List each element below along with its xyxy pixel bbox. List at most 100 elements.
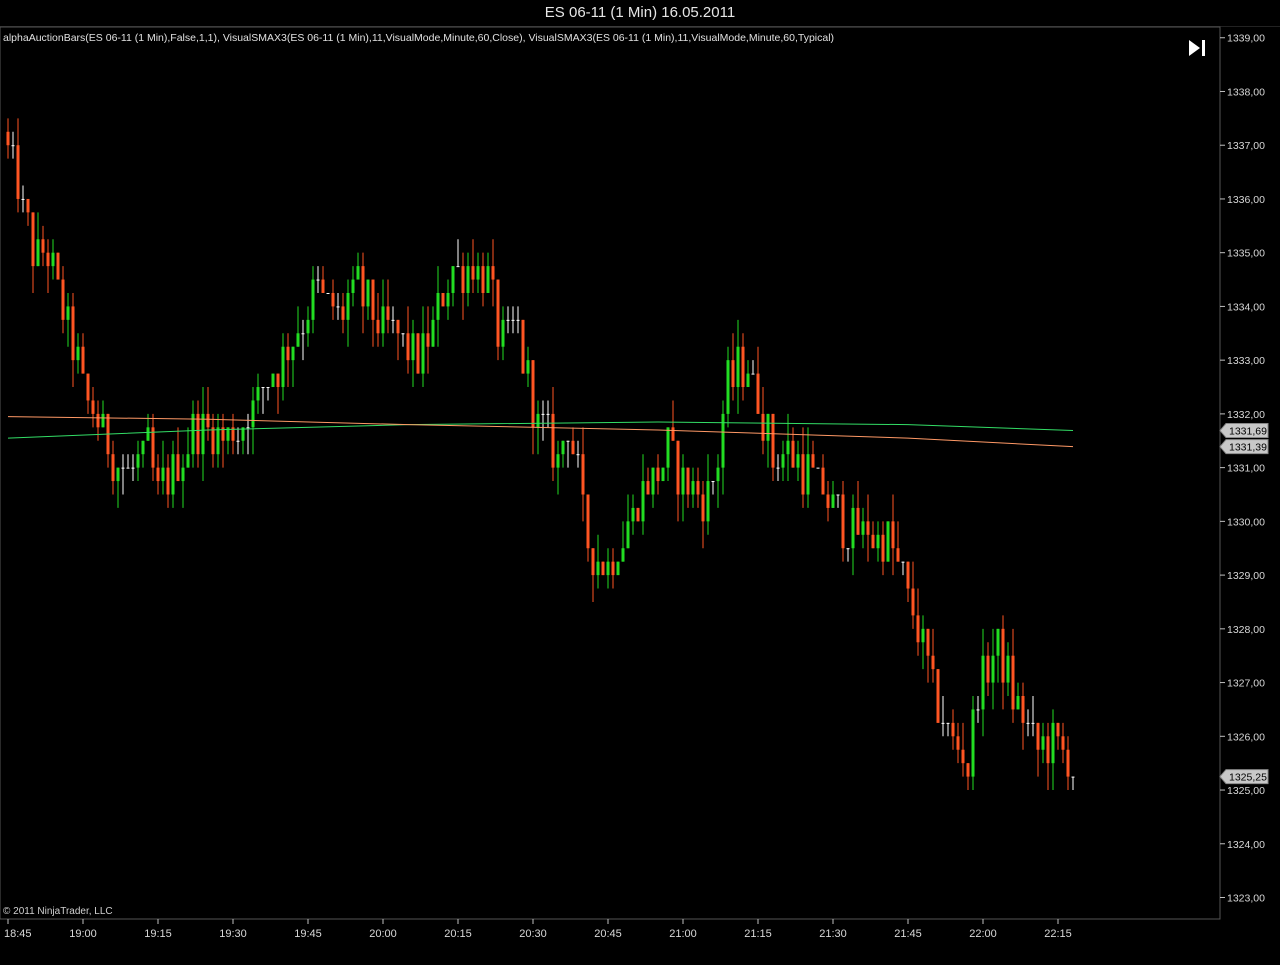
price-marker: 1331,69 [1219,423,1269,439]
skip-to-end-button[interactable] [1186,38,1210,58]
candle-body [466,266,470,293]
y-tick-label: 1339,00 [1227,33,1265,45]
candle-body [531,360,535,428]
candle-body [771,413,775,468]
candle-body [321,279,325,293]
candle-body [371,279,375,320]
candle-body [596,561,600,576]
candle-body [681,467,685,495]
candle-body [311,279,315,320]
candle-body [736,346,740,388]
candle-body [946,722,950,724]
candle-body [891,521,895,549]
candle-body [781,454,785,468]
candle-body [961,749,965,764]
candle-body [381,306,385,334]
candle-body [821,467,825,495]
candle-body [641,481,645,522]
candle-body [276,373,280,388]
price-chart[interactable]: 1339,00 1338,00 1337,00 1336,00 1335,00 1334,… [0,0,1280,965]
y-tick-label: 1330,00 [1227,516,1265,528]
candle-body [56,252,60,280]
candle-body [976,709,980,711]
candle-body [541,413,545,415]
candle-body [1001,628,1005,683]
candle-body [536,413,540,428]
candle-body [266,387,270,389]
price-marker: 1325,25 [1219,769,1269,785]
candle-body [61,279,65,320]
candle-body [496,279,500,347]
candle-body [1006,655,1010,683]
candle-body [181,467,185,482]
candle-body [451,266,455,293]
candle-body [476,266,480,280]
y-tick-label: 1337,00 [1227,140,1265,152]
y-tick-label: 1328,00 [1227,624,1265,636]
candle-body [1016,696,1020,710]
candle-body [36,239,40,267]
candle-body [306,319,310,334]
price-marker-label: 1331,69 [1229,426,1267,438]
candle-body [691,481,695,495]
candle-body [6,131,10,146]
y-tick-label: 1333,00 [1227,355,1265,367]
candle-body [606,561,610,576]
candle-body [956,736,960,750]
candle-body [1031,722,1035,724]
y-tick-label: 1326,00 [1227,731,1265,743]
candle-body [911,588,915,616]
candle-body [286,346,290,361]
x-axis: 18:45 19:00 19:15 19:30 19:45 20:00 20:15 20:30… [4,919,1072,940]
price-marker-label: 1325,25 [1229,772,1267,784]
candle-body [91,400,95,414]
candle-body [686,467,690,495]
candle-body [471,266,475,280]
candle-body [806,454,810,495]
candle-body [871,534,875,549]
candle-body [726,360,730,414]
candle-body [636,507,640,522]
candle-body [51,252,55,267]
candle-body [916,615,920,643]
candle-body [196,413,200,455]
candle-body [16,145,20,199]
candle-body [971,709,975,777]
candle-body [456,266,460,268]
candle-body [566,440,570,442]
candle-body [151,427,155,468]
candle-body [631,507,635,522]
price-markers: 1331,69 1331,39 1325,25 [1219,423,1269,785]
candle-body [751,373,755,375]
candle-body [201,413,205,455]
candle-body [676,440,680,495]
candle-body [656,467,660,482]
candle-body [516,319,520,321]
candle-body [66,306,70,320]
candle-body [706,481,710,522]
candle-body [86,373,90,401]
price-marker: 1331,39 [1219,439,1269,455]
x-tick-label: 19:45 [294,928,322,940]
candle-body [121,467,125,469]
candle-body [571,440,575,455]
y-tick-label: 1325,00 [1227,785,1265,797]
candle-body [936,669,940,723]
candle-body [111,454,115,482]
candle-body [11,145,15,147]
candle-body [101,413,105,428]
candle-body [76,346,80,361]
y-tick-label: 1327,00 [1227,678,1265,690]
candle-body [386,306,390,320]
indicator-label: alphaAuctionBars(ES 06-11 (1 Min),False,… [3,32,835,44]
candle-body [926,628,930,656]
candle-body [501,319,505,347]
candle-body [671,427,675,441]
candle-body [786,440,790,455]
candle-body [156,467,160,482]
candle-body [346,292,350,320]
candle-body [966,763,970,777]
x-tick-label: 20:00 [369,928,397,940]
candle-body [586,494,590,549]
candle-body [416,333,420,374]
